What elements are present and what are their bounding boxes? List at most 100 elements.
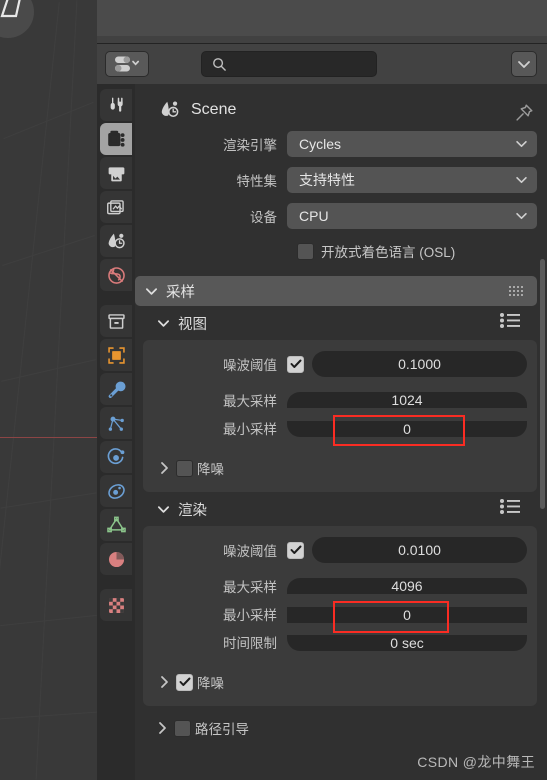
panel-grip-icon[interactable]: [509, 286, 523, 296]
render-preset-menu-icon[interactable]: [499, 498, 523, 520]
properties-scrollbar[interactable]: [540, 259, 545, 509]
editor-type-selector[interactable]: [105, 51, 149, 77]
osl-row: 开放式着色语言 (OSL): [135, 238, 547, 264]
properties-body: 渲染引擎 Cycles 特性集 支持特性 设备 CPU 开放式着色语言 (OSL…: [135, 130, 547, 744]
sidebar-item-collection[interactable]: [100, 305, 132, 337]
viewport-noise-threshold-value: 0.1000: [398, 356, 441, 372]
chevron-right-icon: [159, 722, 166, 734]
viewport-subpanel-header[interactable]: 视图: [135, 306, 537, 340]
sidebar-item-object-data[interactable]: [100, 509, 132, 541]
properties-header: [97, 44, 547, 84]
check-icon: [179, 677, 190, 686]
viewport-subpanel: 视图 噪波阈值 0.1000 最大采样 1024 最小采样 0 降噪: [135, 306, 537, 492]
render-samples-group: 最大采样 4096 最小采样 0 时间限制 0 sec: [143, 572, 527, 656]
feature-set-dropdown[interactable]: 支持特性: [287, 167, 537, 193]
viewport-samples-group: 最大采样 1024 最小采样 0: [143, 386, 527, 442]
render-engine-dropdown[interactable]: Cycles: [287, 131, 537, 157]
path-guiding-row: 路径引导: [135, 712, 547, 744]
viewport-denoise-checkbox[interactable]: [176, 459, 193, 477]
chevron-down-icon: [145, 287, 158, 295]
render-time-limit-field[interactable]: 0 sec: [287, 633, 527, 651]
sampling-panel-header[interactable]: 采样: [135, 276, 537, 306]
particles-icon: [108, 416, 124, 431]
object-square-icon: [107, 346, 125, 364]
chevron-down-icon: [516, 212, 527, 220]
sidebar-item-modifiers[interactable]: [100, 373, 132, 405]
chevron-down-icon: [516, 140, 527, 148]
sidebar-item-render[interactable]: [100, 123, 132, 155]
viewport-preset-menu-icon[interactable]: [499, 312, 523, 334]
tab-spacer: [100, 293, 132, 305]
device-dropdown[interactable]: CPU: [287, 203, 537, 229]
sidebar-item-material[interactable]: [100, 543, 132, 575]
render-time-limit-label: 时间限制: [223, 636, 277, 651]
sidebar-item-constraints[interactable]: [100, 475, 132, 507]
material-sphere-icon: [108, 551, 124, 567]
render-subpanel-header[interactable]: 渲染: [135, 492, 537, 526]
viewport-min-samples-field[interactable]: 0: [287, 419, 527, 437]
constraint-icon: [107, 483, 125, 499]
scene-icon: [108, 233, 125, 248]
render-subpanel: 渲染 噪波阈值 0.0100 最大采样 4096 最小采样 0 时间限制 0 s…: [135, 492, 537, 706]
viewport-min-samples-label: 最小采样: [223, 422, 277, 437]
chevron-right-icon: [161, 462, 168, 474]
osl-checkbox[interactable]: [297, 242, 314, 260]
sidebar-item-particles[interactable]: [100, 407, 132, 439]
chevron-down-icon: [157, 319, 170, 327]
filter-dropdown-button[interactable]: [511, 51, 537, 77]
sidebar-item-physics[interactable]: [100, 441, 132, 473]
sidebar-item-tool[interactable]: [100, 89, 132, 121]
viewport-min-samples-value: 0: [403, 420, 411, 437]
check-icon: [290, 359, 301, 368]
sidebar-item-texture[interactable]: [100, 589, 132, 621]
render-subpanel-body: 噪波阈值 0.0100 最大采样 4096 最小采样 0 时间限制 0 sec …: [143, 526, 537, 706]
render-min-samples-label: 最小采样: [223, 608, 277, 623]
viewport-3d[interactable]: [0, 0, 97, 780]
render-engine-label: 渲染引擎: [223, 138, 277, 153]
render-subpanel-title: 渲染: [178, 502, 207, 519]
viewport-noise-threshold-field[interactable]: 0.1000: [312, 351, 527, 377]
render-max-samples-field[interactable]: 4096: [287, 578, 527, 594]
tool-icon: [110, 97, 123, 112]
render-noise-threshold-value: 0.0100: [398, 542, 441, 558]
viewport-subpanel-title: 视图: [178, 316, 207, 333]
osl-label: 开放式着色语言 (OSL): [321, 245, 456, 260]
render-denoise-label: 降噪: [197, 676, 224, 691]
render-noise-threshold-checkbox[interactable]: [287, 541, 304, 559]
properties-tab-column: [97, 84, 135, 780]
breadcrumb: Scene: [135, 90, 547, 130]
sidebar-item-world[interactable]: [100, 259, 132, 291]
sidebar-item-scene[interactable]: [100, 225, 132, 257]
render-noise-threshold-field[interactable]: 0.0100: [312, 537, 527, 563]
viewport-max-samples-field[interactable]: 1024: [287, 392, 527, 408]
sampling-panel-title: 采样: [166, 284, 195, 301]
render-max-samples-label: 最大采样: [223, 580, 277, 595]
render-time-limit-value: 0 sec: [390, 634, 424, 651]
pin-button[interactable]: [513, 102, 535, 124]
device-row: 设备 CPU: [135, 202, 547, 230]
feature-set-label: 特性集: [236, 174, 278, 189]
path-guiding-checkbox[interactable]: [174, 719, 191, 737]
chevron-down-icon: [516, 176, 527, 184]
viewport-noise-threshold-row: 噪波阈值 0.1000: [143, 350, 527, 378]
breadcrumb-scene-label: Scene: [191, 101, 237, 118]
properties-editor: Scene 渲染引擎 Cycles 特性集 支持特性 设备 CPU 开放式着色语…: [97, 43, 547, 780]
viewport-noise-threshold-checkbox[interactable]: [287, 355, 304, 373]
viewport-x-axis: [0, 437, 97, 438]
world-icon: [107, 266, 125, 284]
render-noise-threshold-row: 噪波阈值 0.0100: [143, 536, 527, 564]
tab-spacer-2: [100, 577, 132, 589]
images-icon: [106, 199, 124, 214]
feature-set-row: 特性集 支持特性: [135, 166, 547, 194]
render-denoise-checkbox[interactable]: [176, 673, 193, 691]
sidebar-item-output[interactable]: [100, 157, 132, 189]
physics-orbit-icon: [107, 447, 124, 464]
sidebar-item-object[interactable]: [100, 339, 132, 371]
render-min-samples-field[interactable]: 0: [287, 605, 527, 623]
search-input[interactable]: [201, 51, 377, 77]
watermark: CSDN @龙中舞王: [417, 754, 535, 770]
viewport-max-samples-label: 最大采样: [223, 394, 277, 409]
search-icon: [213, 57, 226, 71]
mesh-data-icon: [106, 516, 126, 532]
sidebar-item-view-layer[interactable]: [100, 191, 132, 223]
